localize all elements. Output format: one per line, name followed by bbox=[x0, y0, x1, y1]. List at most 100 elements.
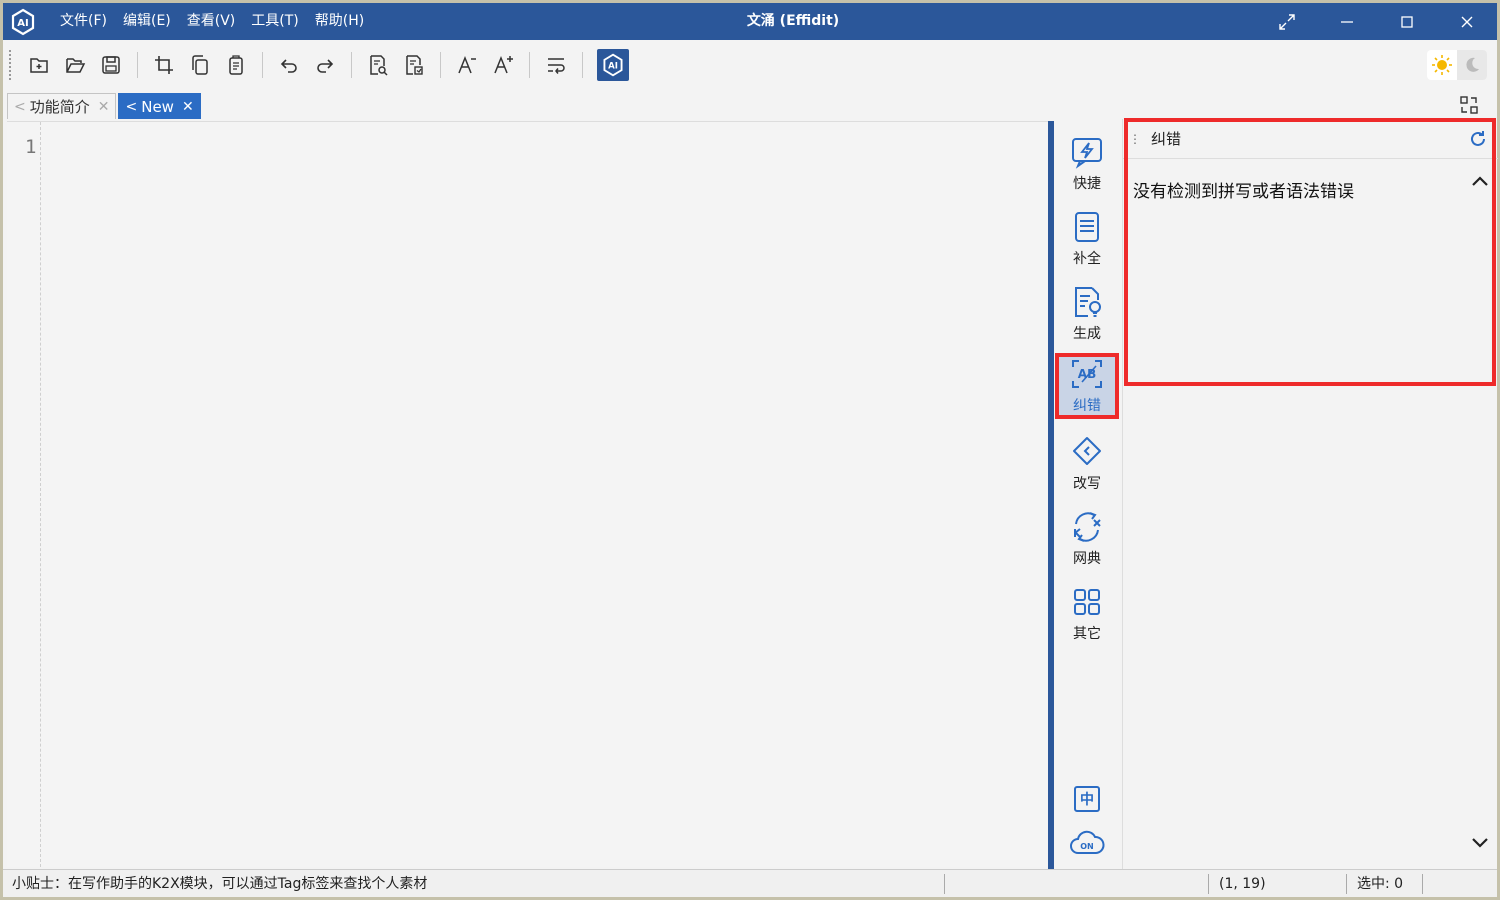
toolbar-grip[interactable] bbox=[9, 50, 13, 80]
svg-text:ON: ON bbox=[1080, 842, 1094, 851]
open-folder-button[interactable] bbox=[57, 47, 93, 83]
document-tabs: < 功能简介 ✕ < New ✕ bbox=[7, 91, 203, 119]
chevron-left-icon: < bbox=[14, 98, 26, 115]
minimize-icon bbox=[1341, 20, 1353, 23]
side-item-rewrite[interactable]: 改写 bbox=[1054, 435, 1120, 505]
maximize-icon bbox=[1401, 15, 1413, 28]
crop-icon bbox=[155, 56, 173, 74]
ai-assistant-button[interactable]: AI bbox=[597, 49, 629, 81]
refresh-icon bbox=[1471, 131, 1485, 146]
side-item-label: 网典 bbox=[1073, 551, 1101, 567]
menu-tools[interactable]: 工具(T) bbox=[243, 3, 306, 40]
minimize-button[interactable] bbox=[1317, 3, 1377, 40]
save-button[interactable] bbox=[93, 47, 129, 83]
light-theme-button[interactable] bbox=[1427, 50, 1457, 80]
refresh-button[interactable] bbox=[1468, 129, 1488, 153]
svg-text:AI: AI bbox=[608, 61, 618, 71]
copy-button[interactable] bbox=[182, 47, 218, 83]
drag-handle-icon[interactable]: ⋮ bbox=[1129, 132, 1141, 146]
increase-font-button[interactable] bbox=[485, 47, 521, 83]
toolbar-separator bbox=[262, 52, 263, 78]
folder-open-icon bbox=[66, 58, 86, 73]
ab-scan-icon: AB bbox=[1072, 360, 1102, 388]
correction-panel: ⋮ 纠错 没有检测到拼写或者语法错误 bbox=[1122, 119, 1498, 869]
scroll-down-button[interactable] bbox=[1471, 835, 1489, 854]
ai-logo-icon: AI bbox=[603, 53, 623, 77]
side-item-label: 改写 bbox=[1073, 476, 1101, 492]
menu-help[interactable]: 帮助(H) bbox=[307, 3, 372, 40]
svg-text:AI: AI bbox=[17, 18, 28, 29]
theme-toggle[interactable] bbox=[1427, 50, 1487, 80]
side-item-correct[interactable]: AB 纠错 bbox=[1055, 353, 1119, 419]
undo-button[interactable] bbox=[271, 47, 307, 83]
side-item-label: 生成 bbox=[1073, 326, 1101, 342]
correction-result: 没有检测到拼写或者语法错误 bbox=[1133, 182, 1354, 202]
chinese-input-icon: 中 bbox=[1074, 786, 1100, 812]
status-bar: 小贴士：在写作助手的K2X模块，可以通过Tag标签来查找个人素材 (1, 19)… bbox=[3, 869, 1497, 897]
tab-new[interactable]: < New ✕ bbox=[118, 93, 201, 119]
side-item-label: 补全 bbox=[1073, 251, 1101, 267]
menu-view[interactable]: 查看(V) bbox=[179, 3, 244, 40]
tab-intro[interactable]: < 功能简介 ✕ bbox=[7, 93, 117, 119]
redo-button[interactable] bbox=[307, 47, 343, 83]
tab-label: 功能简介 bbox=[29, 98, 90, 116]
fullscreen-button[interactable] bbox=[1257, 3, 1317, 40]
cursor-position: (1, 19) bbox=[1209, 873, 1347, 894]
side-item-generate[interactable]: 生成 bbox=[1054, 285, 1120, 355]
tab-label: New bbox=[141, 97, 174, 116]
close-button[interactable] bbox=[1437, 3, 1497, 40]
paste-button[interactable] bbox=[218, 47, 254, 83]
sun-icon bbox=[1432, 55, 1452, 75]
word-wrap-icon bbox=[548, 58, 565, 74]
find-button[interactable] bbox=[360, 47, 396, 83]
find-document-icon bbox=[370, 55, 388, 76]
close-tab-icon[interactable]: ✕ bbox=[182, 99, 194, 115]
app-window: AI 文件(F) 编辑(E) 查看(V) 工具(T) 帮助(H) 文涌 (Eff… bbox=[0, 0, 1500, 900]
crop-button[interactable] bbox=[146, 47, 182, 83]
side-item-label: 其它 bbox=[1073, 626, 1101, 642]
line-gutter: 1 bbox=[7, 122, 41, 867]
scroll-up-button[interactable] bbox=[1471, 173, 1489, 192]
close-icon bbox=[1461, 16, 1473, 27]
selection-count: 选中: 0 bbox=[1347, 873, 1423, 894]
toolbar: AI bbox=[3, 40, 1497, 90]
paste-icon bbox=[229, 55, 243, 75]
window-controls bbox=[1257, 3, 1497, 40]
side-item-label: 快捷 bbox=[1073, 176, 1101, 192]
lightning-icon bbox=[1072, 138, 1102, 169]
replace-button[interactable] bbox=[396, 47, 432, 83]
toolbar-separator bbox=[351, 52, 352, 78]
close-tab-icon[interactable]: ✕ bbox=[98, 99, 110, 115]
text-editor[interactable]: 1 bbox=[7, 121, 1048, 867]
dark-theme-button[interactable] bbox=[1457, 50, 1487, 80]
menu-bar: 文件(F) 编辑(E) 查看(V) 工具(T) 帮助(H) bbox=[52, 3, 372, 40]
maximize-button[interactable] bbox=[1377, 3, 1437, 40]
svg-text:中: 中 bbox=[1080, 791, 1094, 808]
chevron-left-icon: < bbox=[125, 98, 138, 115]
expand-icon bbox=[1279, 13, 1295, 30]
menu-file[interactable]: 文件(F) bbox=[52, 3, 115, 40]
cloud-sync-button[interactable]: ON bbox=[1054, 829, 1120, 857]
side-item-complete[interactable]: 补全 bbox=[1054, 210, 1120, 280]
undo-icon bbox=[280, 59, 297, 73]
toolbar-separator bbox=[529, 52, 530, 78]
side-item-shortcut[interactable]: 快捷 bbox=[1054, 135, 1120, 205]
layout-switch-button[interactable] bbox=[1459, 95, 1479, 119]
new-file-button[interactable] bbox=[21, 47, 57, 83]
document-bulb-icon bbox=[1075, 287, 1101, 317]
language-button[interactable]: 中 bbox=[1054, 785, 1120, 813]
new-file-icon bbox=[30, 58, 48, 73]
menu-edit[interactable]: 编辑(E) bbox=[115, 3, 179, 40]
document-list-icon bbox=[1075, 212, 1099, 242]
toolbar-separator bbox=[137, 52, 138, 78]
side-item-dictionary[interactable]: 网典 bbox=[1054, 510, 1120, 580]
app-logo-icon: AI bbox=[8, 7, 38, 37]
toolbar-separator bbox=[582, 52, 583, 78]
side-item-label: 纠错 bbox=[1073, 398, 1101, 414]
replace-document-icon bbox=[406, 55, 423, 75]
redo-icon bbox=[317, 59, 334, 73]
copy-icon bbox=[192, 55, 208, 75]
decrease-font-button[interactable] bbox=[449, 47, 485, 83]
side-item-other[interactable]: 其它 bbox=[1054, 585, 1120, 655]
word-wrap-button[interactable] bbox=[538, 47, 574, 83]
